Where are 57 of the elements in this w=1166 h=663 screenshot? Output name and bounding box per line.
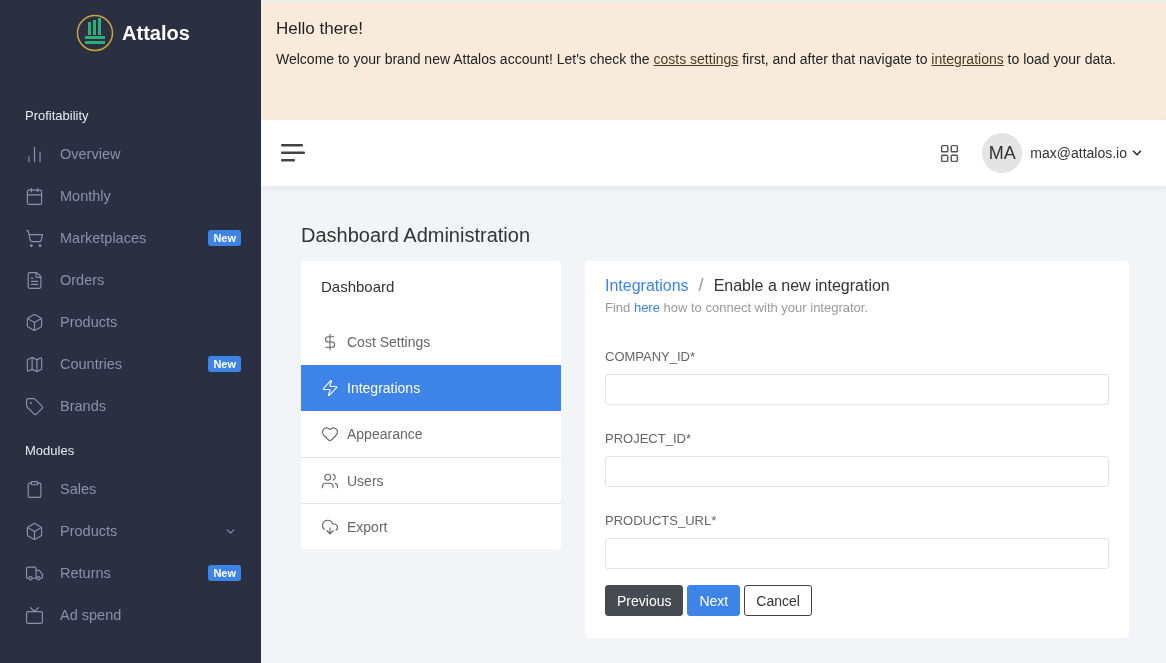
- box-icon: [25, 521, 44, 541]
- nav-item[interactable]: Sales: [25, 468, 241, 510]
- nav-item[interactable]: Products: [25, 301, 241, 343]
- breadcrumb-link[interactable]: Integrations: [605, 276, 689, 295]
- tv-icon: [25, 605, 44, 625]
- menu-item[interactable]: Integrations: [301, 365, 561, 411]
- user-avatar: MA: [982, 133, 1023, 173]
- nav-item[interactable]: Countries New: [25, 343, 241, 385]
- logo-icon: [76, 14, 115, 52]
- new-badge: New: [208, 230, 241, 246]
- nav-item[interactable]: Products: [25, 510, 241, 552]
- nav-item[interactable]: Returns New: [25, 552, 241, 594]
- apps-grid-icon[interactable]: [939, 142, 961, 164]
- integrations-link[interactable]: integrations: [931, 51, 1004, 67]
- breadcrumb-separator: /: [698, 275, 704, 296]
- document-icon: [25, 270, 44, 290]
- input-field[interactable]: [605, 456, 1109, 487]
- input-field[interactable]: [605, 374, 1109, 405]
- next-button[interactable]: Next: [687, 585, 741, 616]
- new-badge: New: [208, 356, 241, 372]
- banner-title: Hello there!: [276, 19, 364, 39]
- breadcrumb-current: Enable a new integration: [713, 276, 890, 295]
- field-label: PROJECT_ID*: [605, 431, 692, 446]
- field-label: COMPANY_ID*: [605, 349, 697, 364]
- page-title: Dashboard Administration: [301, 224, 531, 247]
- nav-item[interactable]: Orders: [25, 259, 241, 301]
- previous-button[interactable]: Previous: [605, 585, 684, 616]
- box-icon: [25, 312, 44, 332]
- cancel-button[interactable]: Cancel: [744, 585, 812, 616]
- menu-icon[interactable]: [281, 143, 305, 163]
- nav-item[interactable]: Brands: [25, 385, 241, 427]
- user-menu[interactable]: max@attalos.io: [1030, 145, 1144, 161]
- costs-settings-link[interactable]: costs settings: [653, 51, 739, 67]
- nav-item[interactable]: Ad spend: [25, 594, 241, 636]
- section-title: Profitability: [25, 108, 90, 123]
- cloud-download-icon: [321, 517, 339, 536]
- cart-icon: [25, 228, 44, 248]
- lightning-icon: [321, 379, 339, 397]
- clipboard-icon: [25, 479, 44, 499]
- help-link[interactable]: here: [633, 300, 660, 315]
- bar-chart-icon: [25, 144, 44, 164]
- nav-item[interactable]: Monthly: [25, 175, 241, 217]
- nav-item[interactable]: Overview: [25, 133, 241, 175]
- map-icon: [25, 354, 44, 374]
- input-field[interactable]: [605, 538, 1109, 569]
- brand-name: Attalos: [122, 21, 190, 45]
- nav-item[interactable]: Marketplaces New: [25, 217, 241, 259]
- users-icon: [321, 471, 339, 490]
- tag-icon: [25, 396, 44, 416]
- calendar-icon: [25, 186, 44, 206]
- menu-title: Dashboard: [321, 278, 395, 295]
- heart-icon: [321, 425, 339, 443]
- help-text: Find here how to connect with your integrator.: [605, 300, 870, 315]
- field-label: PRODUCTS_URL*: [605, 513, 718, 528]
- section-title: Modules: [25, 443, 76, 458]
- welcome-message: Welcome to your brand new Attalos account! Let's check the costs settings first, and after that navigate to integrations to load your data.: [276, 50, 1117, 69]
- new-badge: New: [208, 565, 241, 581]
